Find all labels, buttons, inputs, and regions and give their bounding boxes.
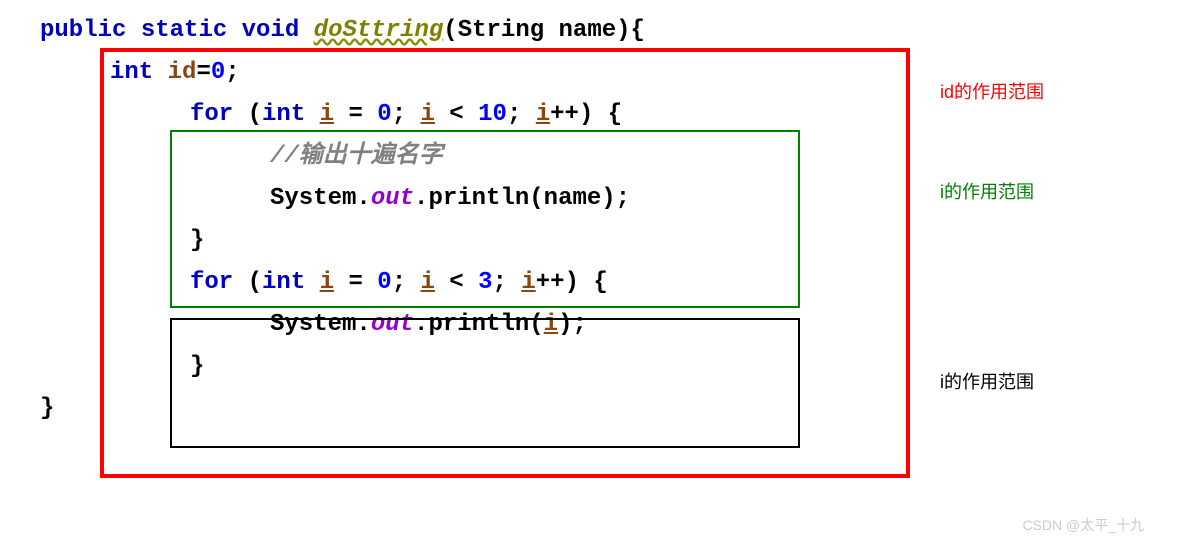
out-field: out [371, 185, 414, 212]
three: 3 [478, 269, 492, 296]
zero-literal: 0 [211, 59, 225, 86]
println-end: ); [558, 311, 587, 338]
open-paren: ( [248, 101, 262, 128]
var-i: i [421, 269, 435, 296]
lt: < [435, 101, 478, 128]
assign: = [334, 101, 377, 128]
close-brace: } [190, 353, 204, 380]
code-block: public static void doSttring(String name… [20, 10, 1164, 430]
out-field: out [371, 311, 414, 338]
label-i-scope-2: i的作用范围 [940, 368, 1034, 394]
zero: 0 [377, 101, 391, 128]
comment: //输出十遍名字 [270, 143, 443, 170]
semi: ; [392, 269, 421, 296]
inc: ++ [536, 269, 565, 296]
var-i: i [536, 101, 550, 128]
close: ) { [579, 101, 622, 128]
param-type: String [458, 17, 544, 44]
var-i: i [521, 269, 535, 296]
semi: ; [507, 101, 536, 128]
watermark: CSDN @太平_十九 [1022, 515, 1144, 535]
method-name: doSttring [314, 17, 444, 44]
keyword-for: for [190, 269, 233, 296]
keyword-int: int [110, 59, 153, 86]
system: System. [270, 185, 371, 212]
label-i-scope-1: i的作用范围 [940, 178, 1034, 204]
keyword-int: int [262, 269, 305, 296]
close-brace: } [190, 227, 204, 254]
ten: 10 [478, 101, 507, 128]
var-i: i [544, 311, 558, 338]
close-paren: ) [616, 17, 630, 44]
println-call: .println( [414, 311, 544, 338]
keyword-for: for [190, 101, 233, 128]
var-i: i [421, 101, 435, 128]
close: ) { [565, 269, 608, 296]
open-brace: { [631, 17, 645, 44]
system: System. [270, 311, 371, 338]
equals-op: = [196, 59, 210, 86]
close-brace-1: } [110, 220, 1164, 262]
for-loop-2: for (int i = 0; i < 3; i++) { [110, 262, 1164, 304]
semicolon: ; [225, 59, 239, 86]
semi: ; [392, 101, 421, 128]
println-call: .println(name); [414, 185, 630, 212]
close-brace: } [40, 395, 54, 422]
zero: 0 [377, 269, 391, 296]
keyword-static: static [141, 17, 227, 44]
keyword-void: void [242, 17, 300, 44]
println-2: System.out.println(i); [110, 304, 1164, 346]
method-signature: public static void doSttring(String name… [40, 10, 1164, 52]
method-close: } [40, 388, 1164, 430]
var-i: i [320, 269, 334, 296]
var-id: id [168, 59, 197, 86]
var-i: i [320, 101, 334, 128]
inc: ++ [550, 101, 579, 128]
lt: < [435, 269, 478, 296]
keyword-int: int [262, 101, 305, 128]
assign: = [334, 269, 377, 296]
semi: ; [493, 269, 522, 296]
param-name: name [559, 17, 617, 44]
comment-line: //输出十遍名字 [110, 136, 1164, 178]
keyword-public: public [40, 17, 126, 44]
open-paren: ( [443, 17, 457, 44]
label-id-scope: id的作用范围 [940, 78, 1044, 104]
open-paren: ( [248, 269, 262, 296]
